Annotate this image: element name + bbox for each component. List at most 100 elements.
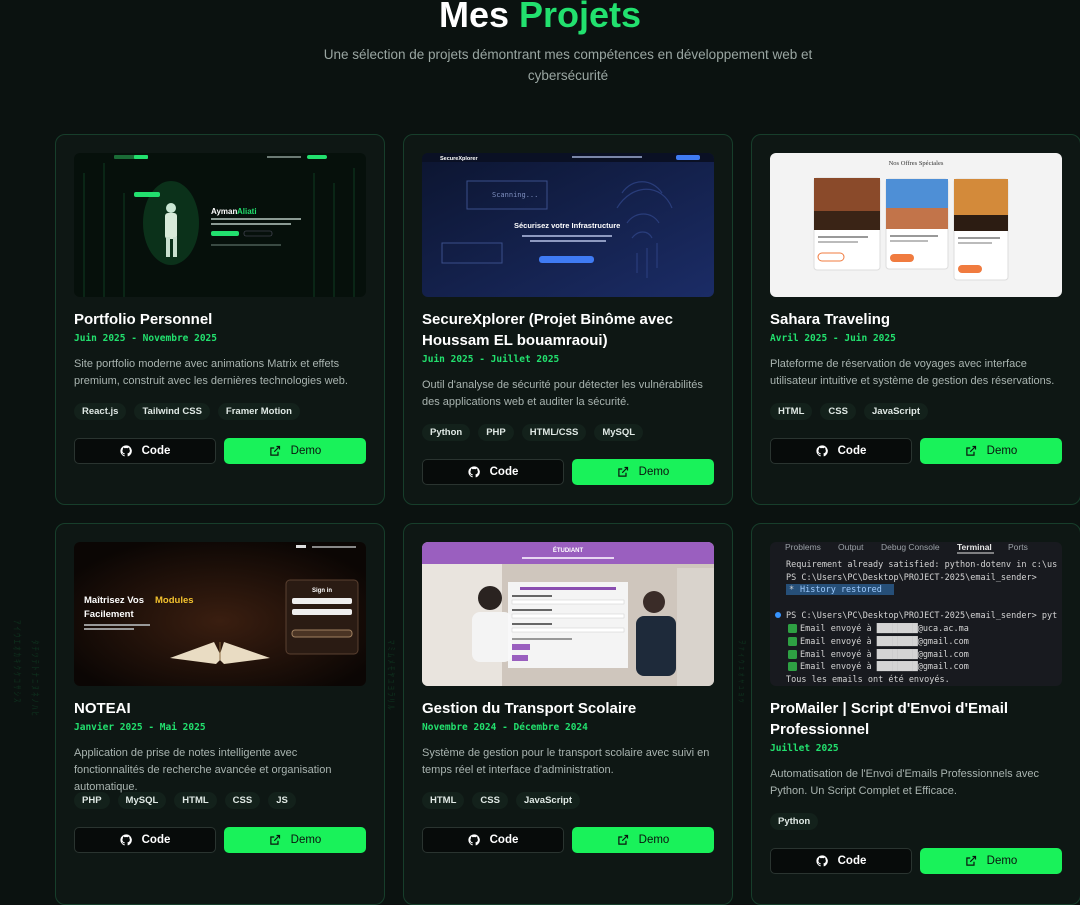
tag: PHP bbox=[478, 424, 514, 441]
preview-banner: ÉTUDIANT bbox=[553, 546, 584, 554]
portfolio-preview-image: Ayman Aliati bbox=[74, 153, 366, 297]
tag-list: Python bbox=[770, 813, 819, 830]
section-subtitle: Une sélection de projets démontrant mes … bbox=[323, 47, 813, 83]
external-link-icon bbox=[269, 834, 280, 845]
code-button[interactable]: Code bbox=[74, 827, 216, 853]
github-icon bbox=[816, 445, 828, 457]
tag: Tailwind CSS bbox=[134, 403, 210, 420]
promailer-preview-image: Problems Output Debug Console Terminal P… bbox=[770, 542, 1062, 686]
github-icon bbox=[468, 834, 480, 846]
project-date: Juin 2025 - Novembre 2025 bbox=[74, 333, 217, 344]
project-title: NOTEAI bbox=[74, 700, 131, 717]
tag: CSS bbox=[820, 403, 856, 420]
project-card-portfolio: Ayman Aliati Portfolio Personnel Juin 20… bbox=[55, 134, 385, 505]
project-card-securexplorer: SecureXplorer Scanning... Sécurisez votr… bbox=[403, 134, 733, 505]
preview-headline: Sécurisez votre Infrastructure bbox=[514, 221, 620, 230]
demo-button[interactable]: Demo bbox=[572, 827, 714, 853]
project-date: Janvier 2025 - Mai 2025 bbox=[74, 722, 206, 733]
section-title-prefix: Mes bbox=[438, 0, 509, 35]
matrix-glyph-column: ﾀﾁﾂﾃﾄﾅﾆﾇﾈﾉﾊﾋ bbox=[29, 640, 39, 719]
code-button[interactable]: Code bbox=[770, 438, 912, 464]
terminal-tab-output: Output bbox=[838, 542, 864, 552]
project-description: Application de prise de notes intelligen… bbox=[74, 747, 332, 793]
project-thumbnail[interactable]: Problems Output Debug Console Terminal P… bbox=[770, 542, 1062, 686]
tag: JavaScript bbox=[515, 792, 580, 809]
preview-heading: Nos Offres Spéciales bbox=[889, 160, 944, 167]
project-date: Juin 2025 - Juillet 2025 bbox=[422, 354, 560, 365]
code-button-label: Code bbox=[837, 855, 867, 867]
tag-list: Python PHP HTML/CSS MySQL bbox=[422, 424, 644, 441]
external-link-icon bbox=[617, 466, 628, 477]
github-icon bbox=[120, 834, 132, 846]
terminal-line: History restored bbox=[800, 585, 882, 595]
tag: CSS bbox=[472, 792, 508, 809]
tag-list: React.js Tailwind CSS Framer Motion bbox=[74, 403, 300, 420]
project-date: Novembre 2024 - Décembre 2024 bbox=[422, 722, 588, 733]
preview-scanning: Scanning... bbox=[492, 191, 538, 199]
project-title: Portfolio Personnel bbox=[74, 311, 213, 328]
tag: HTML bbox=[770, 403, 813, 420]
terminal-line: Email envoyé à ████████@uca.ac.ma bbox=[800, 623, 969, 634]
project-title: Sahara Traveling bbox=[770, 311, 891, 328]
tag-list: HTML CSS JavaScript bbox=[770, 403, 928, 420]
project-thumbnail[interactable]: Maîtrisez Vos Modules Facilement Sign in bbox=[74, 542, 366, 686]
demo-button[interactable]: Demo bbox=[572, 459, 714, 485]
project-thumbnail[interactable]: Ayman Aliati bbox=[74, 153, 366, 297]
project-title: SecureXplorer (Projet Binôme avec Houssa… bbox=[422, 311, 673, 349]
github-icon bbox=[468, 466, 480, 478]
demo-button-label: Demo bbox=[986, 445, 1018, 457]
tag: MySQL bbox=[594, 424, 644, 441]
tag-list: HTML CSS JavaScript bbox=[422, 792, 580, 809]
code-button-label: Code bbox=[141, 445, 171, 457]
tag: MySQL bbox=[117, 792, 167, 809]
project-title: ProMailer | Script d'Envoi d'Email Profe… bbox=[770, 700, 1009, 738]
demo-button-label: Demo bbox=[638, 466, 670, 478]
tag: HTML/CSS bbox=[521, 424, 587, 441]
terminal-line: Requirement already satisfied: python-do… bbox=[786, 560, 1057, 570]
code-button-label: Code bbox=[489, 466, 519, 478]
demo-button[interactable]: Demo bbox=[224, 438, 366, 464]
code-button[interactable]: Code bbox=[770, 848, 912, 874]
code-button[interactable]: Code bbox=[74, 438, 216, 464]
external-link-icon bbox=[617, 834, 628, 845]
code-button-label: Code bbox=[837, 445, 867, 457]
terminal-line: Email envoyé à ████████@gmail.com bbox=[800, 661, 969, 672]
preview-headline-accent: Modules bbox=[155, 595, 194, 606]
tag: JavaScript bbox=[863, 403, 928, 420]
github-icon bbox=[120, 445, 132, 457]
project-card-sahara-traveling: Nos Offres Spéciales Sahara Traveling Av… bbox=[751, 134, 1080, 505]
terminal-line: Tous les emails ont été envoyés. bbox=[786, 674, 950, 685]
project-description: Plateforme de réservation de voyages ave… bbox=[770, 358, 1055, 387]
project-thumbnail[interactable]: Nos Offres Spéciales bbox=[770, 153, 1062, 297]
demo-button[interactable]: Demo bbox=[920, 438, 1062, 464]
matrix-glyph-column: ｱｲｳｴｵｶｷｸｹｺｻｼｽ bbox=[11, 620, 21, 705]
project-card-noteai: Maîtrisez Vos Modules Facilement Sign in… bbox=[55, 523, 385, 905]
demo-button[interactable]: Demo bbox=[224, 827, 366, 853]
demo-button-label: Demo bbox=[986, 855, 1018, 867]
tag: PHP bbox=[74, 792, 110, 809]
external-link-icon bbox=[965, 855, 976, 866]
terminal-line: PS C:\Users\PC\Desktop\PROJECT-2025\emai… bbox=[786, 573, 1037, 583]
project-thumbnail[interactable]: ÉTUDIANT bbox=[422, 542, 714, 686]
preview-name-first: Ayman bbox=[211, 207, 237, 216]
preview-headline-2: Facilement bbox=[84, 609, 134, 620]
section-title: Mes Projets bbox=[0, 0, 1080, 36]
code-button[interactable]: Code bbox=[422, 459, 564, 485]
tag: Python bbox=[422, 424, 471, 441]
project-thumbnail[interactable]: SecureXplorer Scanning... Sécurisez votr… bbox=[422, 153, 714, 297]
section-title-accent: Projets bbox=[519, 0, 642, 35]
project-card-promailer: Problems Output Debug Console Terminal P… bbox=[751, 523, 1080, 905]
demo-button-label: Demo bbox=[290, 834, 322, 846]
matrix-glyph-column: ﾏﾐﾑﾒﾓﾔﾕﾖﾗﾘﾙ bbox=[385, 640, 395, 712]
tag: React.js bbox=[74, 403, 127, 420]
terminal-line: PS C:\Users\PC\Desktop\PROJECT-2025\emai… bbox=[786, 611, 1057, 621]
demo-button[interactable]: Demo bbox=[920, 848, 1062, 874]
project-description: Système de gestion pour le transport sco… bbox=[422, 747, 710, 776]
code-button[interactable]: Code bbox=[422, 827, 564, 853]
github-icon bbox=[816, 855, 828, 867]
code-button-label: Code bbox=[141, 834, 171, 846]
terminal-tab-debug-console: Debug Console bbox=[881, 542, 940, 552]
tag: HTML bbox=[174, 792, 217, 809]
terminal-tab-terminal: Terminal bbox=[957, 542, 992, 552]
preview-name-last: Aliati bbox=[237, 207, 257, 216]
